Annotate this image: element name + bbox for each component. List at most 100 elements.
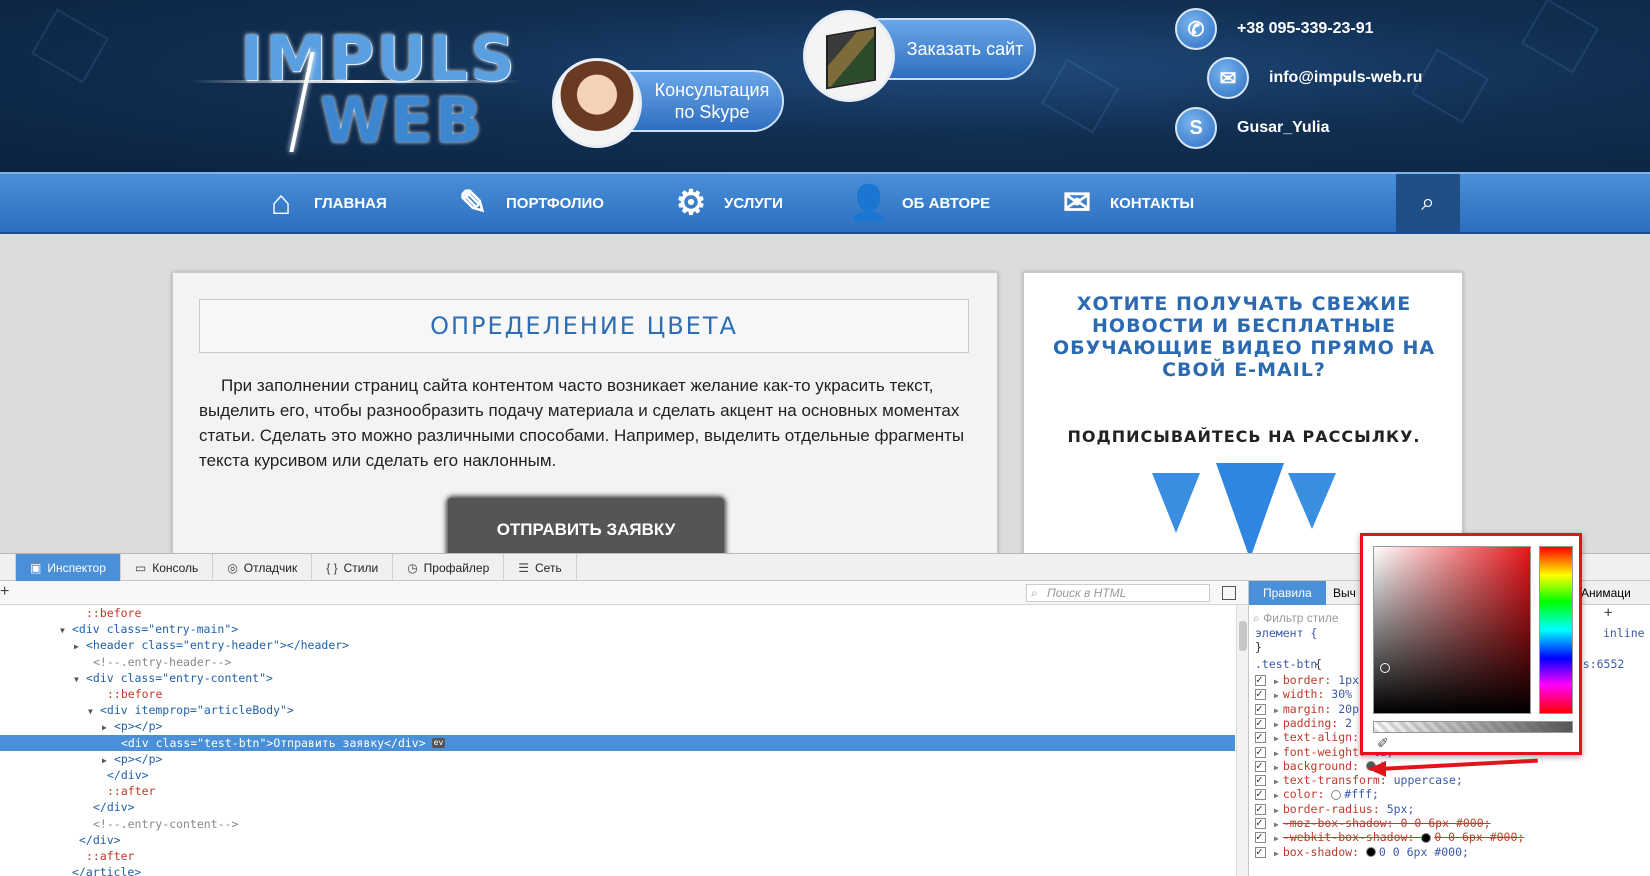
event-badge[interactable]: ev — [431, 738, 446, 749]
toggle-sidebar-button[interactable] — [1222, 586, 1236, 600]
property-value[interactable]: #fff; — [1344, 787, 1379, 801]
expand-icon[interactable]: ▶ — [1274, 806, 1279, 815]
expand-icon[interactable]: ▶ — [1274, 691, 1279, 700]
markup-view[interactable]: ::before ▼ <div class="entry-main"> ▶ <heade… — [0, 605, 1235, 876]
property-name[interactable]: -webkit-box-shadow: — [1283, 830, 1421, 844]
declaration-checkbox[interactable] — [1255, 701, 1266, 716]
markup-scrollbar[interactable] — [1236, 605, 1248, 876]
skype-username[interactable]: Gusar_Yulia — [1237, 119, 1330, 137]
css-declaration[interactable]: ▶ border: 1px — [1255, 672, 1359, 688]
add-node-button[interactable]: + — [0, 583, 9, 601]
css-declaration[interactable]: ▶ margin: 20p — [1255, 701, 1359, 717]
dom-node[interactable]: ::after — [0, 783, 1235, 800]
dom-node[interactable]: ::before — [0, 605, 1235, 622]
property-name[interactable]: border-radius: — [1283, 802, 1387, 816]
declaration-checkbox[interactable] — [1255, 801, 1266, 816]
declaration-checkbox[interactable] — [1255, 715, 1266, 730]
expand-icon[interactable]: ▶ — [1274, 677, 1279, 686]
alpha-slider[interactable] — [1373, 721, 1573, 733]
declaration-checkbox[interactable] — [1255, 729, 1266, 744]
dom-node[interactable]: ▼ <div itemprop="articleBody"> — [0, 702, 1235, 719]
declaration-checkbox[interactable] — [1255, 686, 1266, 701]
order-site-image[interactable] — [803, 10, 895, 102]
property-value[interactable]: 0 0 6px #000; — [1379, 845, 1469, 859]
expand-icon[interactable]: ▶ — [1274, 777, 1279, 786]
nav-item-portfolio[interactable]: ✎ ПОРТФОЛИО — [450, 174, 604, 232]
property-name[interactable]: border: — [1283, 673, 1338, 687]
property-value[interactable]: 0 0 6px #000; — [1401, 816, 1491, 830]
nav-item-services[interactable]: ⚙ УСЛУГИ — [668, 174, 783, 232]
saturation-value-area[interactable] — [1373, 546, 1531, 714]
expand-icon[interactable]: ▶ — [1274, 834, 1279, 843]
color-cursor[interactable] — [1380, 663, 1390, 673]
property-value[interactable]: 5px; — [1387, 802, 1415, 816]
expand-icon[interactable]: ▶ — [1274, 763, 1279, 772]
declaration-checkbox[interactable] — [1255, 772, 1266, 787]
tab-inspector[interactable]: ▣ Инспектор — [16, 554, 121, 581]
dom-node-selected[interactable]: <div class="test-btn">Отправить заявку</… — [0, 734, 1235, 752]
css-declaration[interactable]: ▶ width: 30% — [1255, 686, 1352, 702]
dom-node[interactable]: <!--.entry-header--> — [0, 654, 1235, 671]
dom-node[interactable]: </article> — [0, 864, 1235, 876]
property-name[interactable]: text-align: — [1283, 730, 1366, 744]
declaration-checkbox[interactable] — [1255, 758, 1266, 773]
css-declaration[interactable]: ▶text-transform: uppercase; — [1255, 772, 1463, 788]
tab-debugger[interactable]: ◎ Отладчик — [213, 554, 313, 581]
css-declaration[interactable]: ▶ box-shadow: 0 0 6px #000; — [1255, 844, 1469, 860]
expand-icon[interactable]: ▶ — [1274, 734, 1279, 743]
html-search-input[interactable]: ⌕ Поиск в HTML — [1026, 584, 1210, 602]
property-name[interactable]: background: — [1283, 759, 1366, 773]
dom-node[interactable]: ▼ <div class="entry-content"> — [0, 670, 1235, 687]
dom-node[interactable]: ▶ <p></p> — [0, 718, 1235, 735]
expand-icon[interactable]: ▶ — [1274, 749, 1279, 758]
declaration-checkbox[interactable] — [1255, 815, 1266, 830]
nav-item-contacts[interactable]: ✉ КОНТАКТЫ — [1054, 174, 1194, 232]
property-name[interactable]: padding: — [1283, 716, 1345, 730]
dom-node[interactable]: ▶ <p></p> — [0, 751, 1235, 768]
css-declaration[interactable]: ▶background: # — [1255, 758, 1386, 774]
property-value[interactable]: uppercase; — [1394, 773, 1463, 787]
tab-network[interactable]: ☰ Сеть — [504, 554, 577, 581]
color-swatch[interactable] — [1421, 832, 1432, 843]
filter-styles-input[interactable]: ⌕ Фильтр стиле — [1253, 609, 1373, 627]
declaration-checkbox[interactable] — [1255, 829, 1266, 844]
css-declaration[interactable]: ▶ padding: 2 — [1255, 715, 1352, 731]
property-name[interactable]: color: — [1283, 787, 1331, 801]
css-declaration[interactable]: ▶ -moz-box-shadow: 0 0 6px #000; — [1255, 815, 1491, 831]
declaration-checkbox[interactable] — [1255, 672, 1266, 687]
css-declaration[interactable]: ▶ border-radius: 5px; — [1255, 801, 1415, 817]
declaration-checkbox[interactable] — [1255, 744, 1266, 759]
scrollbar-thumb[interactable] — [1239, 621, 1247, 651]
expand-icon[interactable]: ▶ — [1274, 849, 1279, 858]
css-declaration[interactable]: ▶ -webkit-box-shadow: 0 0 6px #000; — [1255, 829, 1524, 845]
property-name[interactable]: width: — [1283, 687, 1331, 701]
nav-item-home[interactable]: ⌂ ГЛАВНАЯ — [258, 174, 387, 232]
property-name[interactable]: margin: — [1283, 702, 1338, 716]
pick-element-button[interactable] — [0, 554, 16, 580]
color-swatch[interactable] — [1365, 847, 1376, 858]
declaration-checkbox[interactable] — [1255, 844, 1266, 859]
email-address[interactable]: info@impuls-web.ru — [1269, 69, 1422, 87]
expand-icon[interactable]: ▶ — [1274, 820, 1279, 829]
color-swatch[interactable] — [1331, 789, 1342, 800]
nav-item-about[interactable]: 👤 ОБ АВТОРЕ — [846, 174, 990, 232]
property-value[interactable]: 0 0 6px #000; — [1434, 830, 1524, 844]
dom-node[interactable]: ::after — [0, 848, 1235, 865]
expand-icon[interactable]: ▶ — [1274, 706, 1279, 715]
declaration-checkbox[interactable] — [1255, 786, 1266, 801]
property-value[interactable]: 20p — [1338, 702, 1359, 716]
phone-number[interactable]: +38 095-339-23-91 — [1237, 20, 1374, 38]
tab-styles[interactable]: { } Стили — [312, 554, 394, 581]
property-name[interactable]: -moz-box-shadow: — [1283, 816, 1401, 830]
expand-icon[interactable]: ▶ — [1274, 720, 1279, 729]
site-logo[interactable]: IMPULS WEB — [190, 22, 520, 157]
property-value[interactable]: 30% — [1331, 687, 1352, 701]
tab-console[interactable]: ▭ Консоль — [121, 554, 214, 581]
property-value[interactable]: 2 — [1345, 716, 1352, 730]
tab-rules[interactable]: Правила — [1249, 581, 1326, 605]
css-declaration[interactable]: ▶ text-align: — [1255, 729, 1366, 745]
dom-node[interactable]: ▼ <div class="entry-main"> — [0, 621, 1235, 638]
expand-icon[interactable]: ▶ — [1274, 791, 1279, 800]
css-declaration[interactable]: ▶ color: #fff; — [1255, 786, 1379, 802]
dom-node[interactable]: <!--.entry-content--> — [0, 816, 1235, 833]
